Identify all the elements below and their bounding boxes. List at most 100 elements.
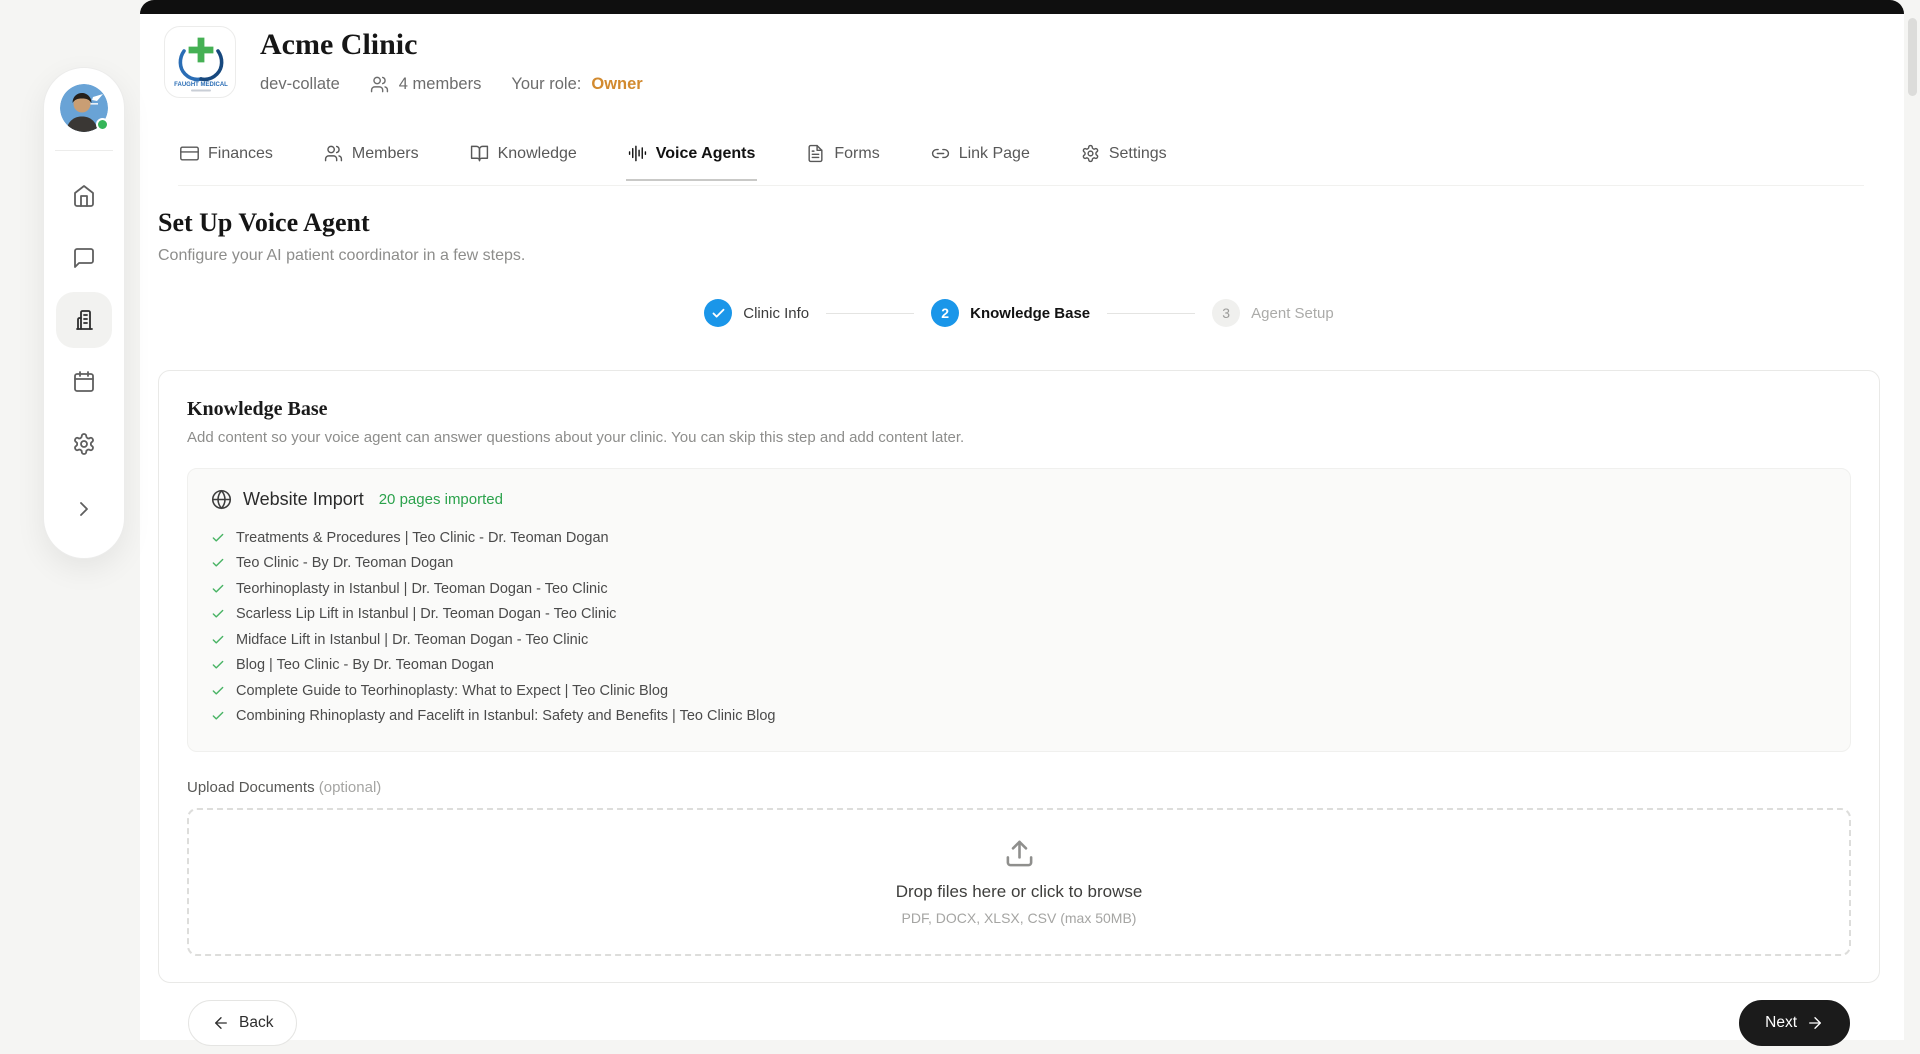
imported-page-title: Combining Rhinoplasty and Facelift in Is… — [236, 708, 776, 724]
logo-text: FAUGHT MEDICAL — [174, 82, 228, 88]
card-subtitle: Add content so your voice agent can answ… — [187, 429, 1851, 446]
audio-lines-icon — [628, 144, 647, 163]
chevron-right-icon — [72, 497, 96, 521]
users-icon — [324, 144, 343, 163]
credit-card-icon — [180, 144, 199, 163]
step-knowledge-base[interactable]: 2 Knowledge Base — [931, 299, 1090, 327]
sidebar-item-chat[interactable] — [56, 230, 112, 286]
tab-finances[interactable]: Finances — [178, 140, 275, 179]
imported-page-title: Teorhinoplasty in Istanbul | Dr. Teoman … — [236, 581, 608, 597]
next-button-label: Next — [1765, 1014, 1797, 1032]
step-label: Clinic Info — [743, 305, 809, 322]
check-icon — [211, 633, 225, 647]
back-button[interactable]: Back — [188, 1000, 297, 1046]
tab-label: Settings — [1109, 145, 1167, 163]
window-top-bar — [140, 0, 1904, 14]
imported-page-row: Blog | Teo Clinic - By Dr. Teoman Dogan — [211, 653, 1827, 679]
check-icon — [211, 684, 225, 698]
clinic-tabs: Finances Members Knowledge Voice Agents … — [178, 140, 1864, 186]
home-icon — [72, 184, 96, 208]
imported-page-title: Complete Guide to Teorhinoplasty: What t… — [236, 683, 668, 699]
imported-page-title: Scarless Lip Lift in Istanbul | Dr. Teom… — [236, 606, 616, 622]
book-open-icon — [470, 144, 489, 163]
wizard-footer: Back Next — [158, 1000, 1880, 1046]
clinic-header: FAUGHT MEDICAL Acme Clinic dev-collate 4… — [164, 26, 643, 98]
sidebar-item-home[interactable] — [56, 168, 112, 224]
knowledge-base-card: Knowledge Base Add content so your voice… — [158, 370, 1880, 983]
globe-icon — [211, 489, 232, 510]
tab-knowledge[interactable]: Knowledge — [468, 140, 579, 179]
users-icon — [370, 75, 389, 94]
setup-stepper: Clinic Info 2 Knowledge Base 3 Agent Set… — [158, 299, 1880, 327]
chat-icon — [72, 246, 96, 270]
file-text-icon — [806, 144, 825, 163]
imported-page-title: Treatments & Procedures | Teo Clinic - D… — [236, 530, 609, 546]
sidebar-item-settings[interactable] — [56, 416, 112, 472]
wizard-content: Set Up Voice Agent Configure your AI pat… — [158, 208, 1880, 1046]
upload-label-text: Upload Documents — [187, 779, 315, 796]
clinic-logo: FAUGHT MEDICAL — [164, 26, 236, 98]
imported-page-title: Teo Clinic - By Dr. Teoman Dogan — [236, 555, 453, 571]
page-subtitle: Configure your AI patient coordinator in… — [158, 247, 1880, 265]
sidebar-item-clinic[interactable] — [56, 292, 112, 348]
step-number: 3 — [1212, 299, 1240, 327]
imported-page-row: Teorhinoplasty in Istanbul | Dr. Teoman … — [211, 576, 1827, 602]
tab-forms[interactable]: Forms — [804, 140, 881, 179]
role-label: Your role: — [511, 75, 581, 94]
card-title: Knowledge Base — [187, 398, 1851, 421]
scrollbar-thumb[interactable] — [1908, 18, 1917, 96]
dropzone-hint: PDF, DOCX, XLSX, CSV (max 50MB) — [902, 910, 1137, 926]
file-dropzone[interactable]: Drop files here or click to browse PDF, … — [187, 808, 1851, 956]
imported-page-row: Scarless Lip Lift in Istanbul | Dr. Teom… — [211, 602, 1827, 628]
imported-page-title: Midface Lift in Istanbul | Dr. Teoman Do… — [236, 632, 588, 648]
step-clinic-info[interactable]: Clinic Info — [704, 299, 809, 327]
step-label: Knowledge Base — [970, 305, 1090, 322]
app-sidebar — [43, 67, 125, 559]
sidebar-item-calendar[interactable] — [56, 354, 112, 410]
role-value: Owner — [591, 75, 642, 94]
imported-page-row: Combining Rhinoplasty and Facelift in Is… — [211, 704, 1827, 730]
tab-label: Finances — [208, 145, 273, 163]
arrow-left-icon — [212, 1014, 230, 1032]
arrow-right-icon — [1806, 1014, 1824, 1032]
gear-icon — [1081, 144, 1100, 163]
tab-label: Link Page — [959, 145, 1030, 163]
check-icon — [211, 582, 225, 596]
check-icon — [211, 709, 225, 723]
upload-documents-label: Upload Documents (optional) — [187, 779, 1851, 796]
members-count: 4 members — [399, 75, 482, 94]
import-status-badge: 20 pages imported — [379, 491, 503, 508]
step-connector — [1107, 313, 1195, 314]
workspace-name: dev-collate — [260, 75, 340, 94]
sidebar-expand[interactable] — [56, 481, 112, 537]
user-avatar[interactable] — [60, 84, 108, 132]
upload-icon — [1004, 838, 1035, 869]
sidebar-divider — [55, 150, 113, 151]
online-status-dot — [96, 118, 109, 131]
website-import-title: Website Import — [243, 489, 364, 510]
tab-label: Members — [352, 145, 419, 163]
tab-link-page[interactable]: Link Page — [929, 140, 1032, 179]
page-title: Set Up Voice Agent — [158, 208, 1880, 238]
imported-page-title: Blog | Teo Clinic - By Dr. Teoman Dogan — [236, 657, 494, 673]
tab-label: Voice Agents — [656, 145, 756, 163]
clinic-name: Acme Clinic — [260, 28, 643, 62]
step-connector — [826, 313, 914, 314]
imported-pages-list: Treatments & Procedures | Teo Clinic - D… — [211, 525, 1827, 729]
imported-page-row: Midface Lift in Istanbul | Dr. Teoman Do… — [211, 627, 1827, 653]
check-icon — [211, 556, 225, 570]
step-label: Agent Setup — [1251, 305, 1334, 322]
dropzone-title: Drop files here or click to browse — [896, 882, 1143, 902]
next-button[interactable]: Next — [1739, 1000, 1850, 1046]
check-icon — [211, 658, 225, 672]
clinic-logo-image: FAUGHT MEDICAL — [165, 27, 236, 98]
back-button-label: Back — [239, 1014, 273, 1032]
tab-settings[interactable]: Settings — [1079, 140, 1169, 179]
imported-page-row: Treatments & Procedures | Teo Clinic - D… — [211, 525, 1827, 551]
link-icon — [931, 144, 950, 163]
website-import-box: Website Import 20 pages imported Treatme… — [187, 468, 1851, 752]
calendar-icon — [72, 370, 96, 394]
step-agent-setup[interactable]: 3 Agent Setup — [1212, 299, 1334, 327]
tab-members[interactable]: Members — [322, 140, 421, 179]
tab-voice-agents[interactable]: Voice Agents — [626, 140, 758, 181]
